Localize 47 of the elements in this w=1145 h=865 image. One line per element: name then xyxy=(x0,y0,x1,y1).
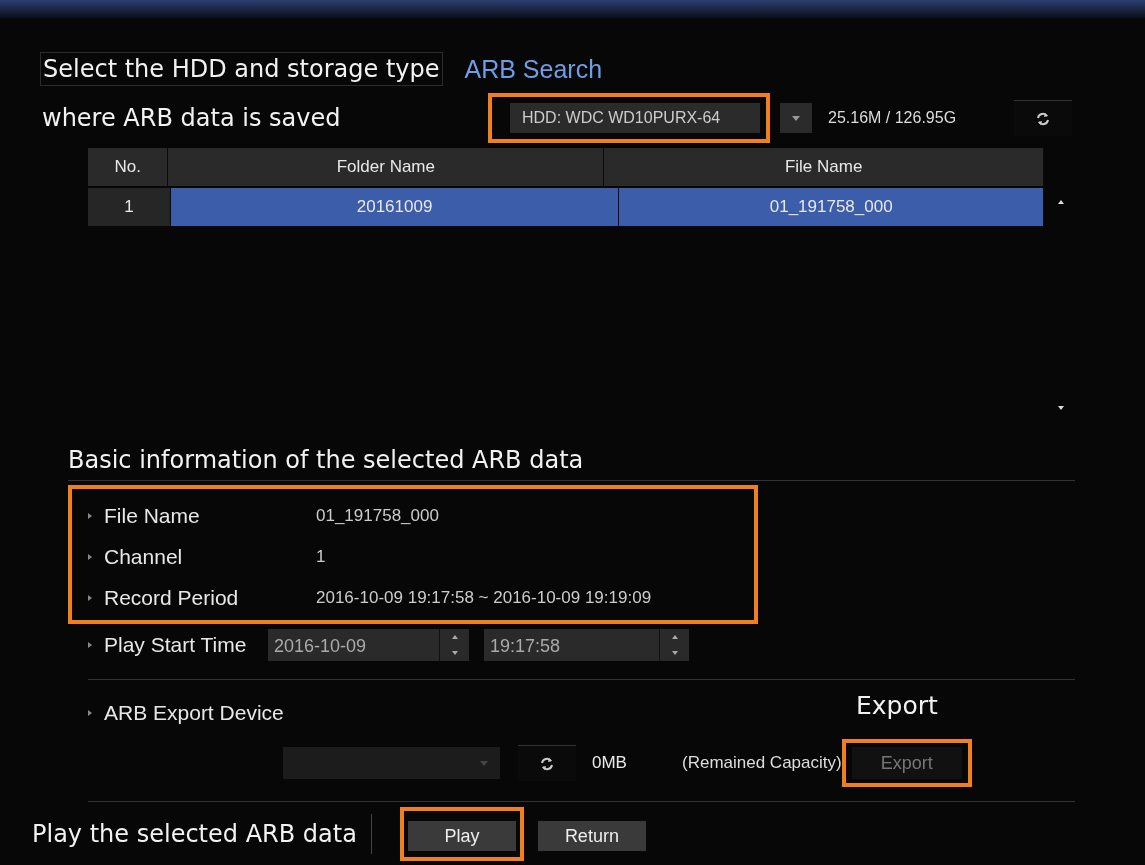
table-cell: 01_191758_000 xyxy=(619,188,1044,226)
bullet-icon xyxy=(88,709,92,716)
column-header: No. xyxy=(88,148,169,186)
caret-down-icon xyxy=(792,115,800,121)
info-label: Channel xyxy=(104,544,184,569)
table-row[interactable]: 1 20161009 01_191758_000 xyxy=(88,188,1044,226)
caret-up-icon xyxy=(671,634,678,639)
spinner-button[interactable] xyxy=(439,628,469,661)
spinner-button[interactable] xyxy=(659,628,689,661)
caret-down-icon xyxy=(671,650,678,655)
capacity-text: 25.16M / 126.95G xyxy=(828,109,958,127)
column-header: Folder Name xyxy=(168,148,605,186)
table-cell: 20161009 xyxy=(170,188,620,226)
refresh-icon xyxy=(1035,110,1051,127)
action-button[interactable]: Play xyxy=(407,821,516,851)
annotation-text: Basic information of the selected ARB data xyxy=(68,446,585,474)
info-label: Play Start Time xyxy=(104,632,248,657)
annotation-text: Export xyxy=(856,691,938,720)
info-label: File Name xyxy=(104,503,201,528)
scroll-down-icon[interactable] xyxy=(1058,406,1064,410)
column-header: File Name xyxy=(604,148,1044,186)
info-label: Record Period xyxy=(104,585,240,610)
time-field[interactable]: 19:17:58 xyxy=(484,628,659,661)
caret-down-icon xyxy=(451,650,458,655)
bullet-icon xyxy=(88,594,92,601)
table-cell: 1 xyxy=(88,188,171,226)
action-button[interactable]: Return xyxy=(537,821,646,851)
dropdown-button[interactable] xyxy=(780,103,812,133)
hdd-dropdown[interactable]: HDD: WDC WD10PURX-64 xyxy=(510,103,760,133)
info-value: 1 xyxy=(316,546,326,567)
capacity-text: 0MB xyxy=(592,753,628,773)
annotation-text: Play the selected ARB data xyxy=(32,820,357,848)
info-value: 01_191758_000 xyxy=(316,505,439,526)
bullet-icon xyxy=(88,553,92,560)
refresh-icon xyxy=(539,755,555,772)
bullet-icon xyxy=(88,512,92,519)
scroll-up-icon[interactable] xyxy=(1058,200,1064,204)
info-label: ARB Export Device xyxy=(104,700,285,725)
bullet-icon xyxy=(88,641,92,648)
date-field[interactable]: 2016-10-09 xyxy=(268,628,439,661)
info-value: 2016-10-09 19:17:58 ~ 2016-10-09 19:19:09 xyxy=(316,587,652,608)
page-title: ARB Search xyxy=(464,54,603,84)
annotation-text: Select the HDD and storage type xyxy=(40,52,443,86)
annotation-text: where ARB data is saved xyxy=(42,104,342,132)
caret-up-icon xyxy=(451,634,458,639)
capacity-label: (Remained Capacity) xyxy=(682,753,842,773)
caret-down-icon xyxy=(480,760,488,766)
